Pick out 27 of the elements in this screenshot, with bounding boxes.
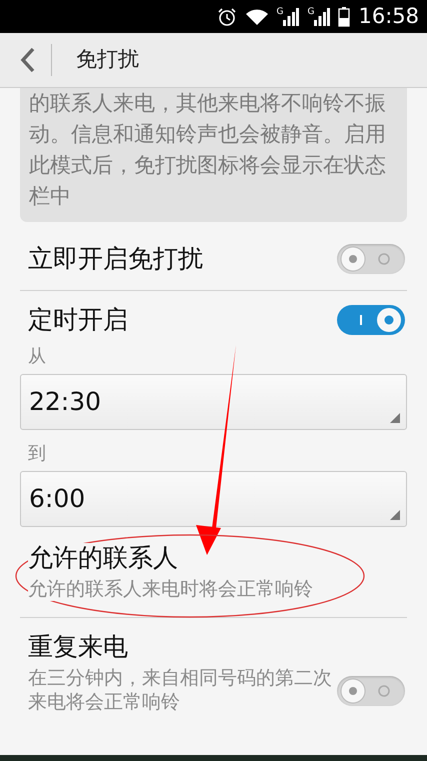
setting-title: 允许的联系人 — [28, 543, 178, 573]
toggle-switch[interactable] — [337, 676, 405, 706]
network-type-label: G — [307, 8, 314, 16]
back-icon[interactable] — [20, 47, 36, 73]
time-picker[interactable]: 22:30 — [20, 374, 407, 430]
setting-title: 定时开启 — [28, 305, 128, 335]
setting-title: 立即开启免打扰 — [28, 244, 203, 274]
alarm-icon — [216, 6, 236, 26]
corner-arrow-icon — [390, 413, 400, 423]
toggle-switch[interactable] — [337, 305, 405, 335]
setting-description: 允许的联系人来电时将会正常响铃 — [28, 577, 313, 601]
time-picker[interactable]: 6:00 — [20, 471, 407, 527]
battery-icon — [338, 6, 350, 26]
setting-row[interactable]: 允许的联系人 允许的联系人来电时将会正常响铃 — [0, 537, 427, 609]
network-type-label: G — [276, 8, 284, 16]
signal-icon — [283, 8, 300, 26]
setting-title: 重复来电 — [28, 632, 129, 662]
setting-description: 在三分钟内，来自相同号码的第二次来电将会正常响铃 — [28, 666, 333, 714]
description-text: 的联系人来电，其他来电将不响铃不振动。信息和通知铃声也会被静音。启用此模式后，免打扰图标将会显示在状态栏中 — [20, 88, 407, 222]
signal-icon — [314, 8, 330, 26]
corner-arrow-icon — [390, 510, 400, 520]
field-label: 从 — [27, 345, 47, 369]
toggle-switch[interactable] — [337, 244, 405, 274]
field-label: 到 — [27, 442, 47, 466]
screen-title: 免打扰 — [76, 46, 139, 74]
status-time: 16:58 — [358, 2, 419, 30]
wifi-icon — [244, 8, 268, 26]
